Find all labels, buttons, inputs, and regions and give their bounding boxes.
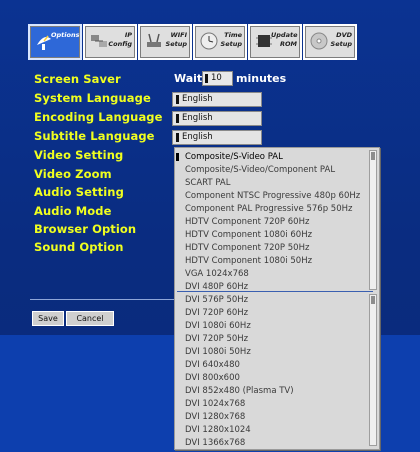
subtitle-language-value: English (182, 132, 213, 142)
dropdown-option[interactable]: DVI 1280x1024 (185, 424, 251, 436)
dropdown-option[interactable]: DVI 576P 50Hz (185, 294, 248, 306)
dropdown-option[interactable]: DVI 720P 50Hz (185, 333, 248, 345)
tab-options-label: Options (51, 31, 80, 39)
tab-dvd-setup-label: DVD Setup (330, 31, 352, 48)
dropdown-option[interactable]: Composite/S-Video PAL (176, 151, 283, 163)
screen-saver-prefix: Wait (174, 72, 203, 85)
label-browser-option[interactable]: Browser Option (34, 222, 136, 236)
video-setting-dropdown[interactable]: Composite/S-Video PAL Composite/S-Video/… (174, 147, 380, 450)
tab-time-setup[interactable]: Time Setup (193, 24, 247, 60)
cancel-button[interactable]: Cancel (66, 311, 114, 326)
label-video-setting[interactable]: Video Setting (34, 148, 123, 162)
tab-time-setup-label: Time Setup (220, 31, 242, 48)
dropdown-option[interactable]: DVI 800x600 (185, 372, 240, 384)
label-sound-option[interactable]: Sound Option (34, 240, 124, 254)
dropdown-option[interactable]: DVI 720P 60Hz (185, 307, 248, 319)
dropdown-option[interactable]: Component NTSC Progressive 480p 60Hz (185, 190, 360, 202)
scrollbar-thumb[interactable] (371, 152, 375, 160)
dropdown-option[interactable]: HDTV Component 1080i 50Hz (185, 255, 312, 267)
settings-screen: Options IP Config WIFI Setup Time Setup Upd… (0, 0, 420, 452)
label-screen-saver[interactable]: Screen Saver (34, 72, 121, 86)
dropdown-option[interactable]: DVI 1080i 60Hz (185, 320, 251, 332)
label-system-language[interactable]: System Language (34, 91, 151, 105)
text-cursor (205, 74, 208, 83)
tab-wifi-setup[interactable]: WIFI Setup (138, 24, 192, 60)
tab-wifi-setup-label: WIFI Setup (165, 31, 187, 48)
subtitle-language-select[interactable]: English (172, 130, 262, 145)
tab-update-rom[interactable]: Update ROM (248, 24, 302, 60)
dropdown-option[interactable]: VGA 1024x768 (185, 268, 249, 280)
dropdown-option[interactable]: HDTV Component 1080i 60Hz (185, 229, 312, 241)
dropdown-option[interactable]: HDTV Component 720P 50Hz (185, 242, 309, 254)
label-audio-mode[interactable]: Audio Mode (34, 204, 112, 218)
text-cursor (176, 114, 179, 123)
label-subtitle-language[interactable]: Subtitle Language (34, 129, 155, 143)
encoding-language-select[interactable]: English (172, 111, 262, 126)
tab-ip-config[interactable]: IP Config (83, 24, 137, 60)
label-encoding-language[interactable]: Encoding Language (34, 110, 163, 124)
dropdown-separator (177, 291, 373, 292)
dropdown-scrollbar-lower[interactable] (369, 294, 377, 446)
save-button[interactable]: Save (32, 311, 64, 326)
dropdown-option[interactable]: SCART PAL (185, 177, 230, 189)
dropdown-scrollbar-upper[interactable] (369, 150, 377, 290)
system-language-select[interactable]: English (172, 92, 262, 107)
dropdown-option[interactable]: Composite/S-Video/Component PAL (185, 164, 335, 176)
dropdown-option[interactable]: DVI 852x480 (Plasma TV) (185, 385, 294, 397)
label-video-zoom[interactable]: Video Zoom (34, 167, 112, 181)
dropdown-option[interactable]: DVI 1024x768 (185, 398, 245, 410)
text-cursor (176, 133, 179, 142)
dropdown-option[interactable]: HDTV Component 720P 60Hz (185, 216, 309, 228)
text-cursor (176, 95, 179, 104)
tab-options[interactable]: Options (28, 24, 82, 60)
scrollbar-thumb[interactable] (371, 296, 375, 304)
system-language-value: English (182, 94, 213, 104)
label-audio-setting[interactable]: Audio Setting (34, 185, 124, 199)
screen-saver-value: 10 (211, 73, 222, 83)
dropdown-option[interactable]: DVI 640x480 (185, 359, 240, 371)
dropdown-option[interactable]: DVI 1280x768 (185, 411, 245, 423)
tab-update-rom-label: Update ROM (271, 31, 298, 48)
screen-saver-minutes-input[interactable]: 10 (202, 71, 233, 86)
encoding-language-value: English (182, 113, 213, 123)
screen-saver-suffix: minutes (236, 72, 287, 85)
tab-dvd-setup[interactable]: DVD Setup (303, 24, 357, 60)
tab-ip-config-label: IP Config (108, 31, 132, 48)
dropdown-option[interactable]: DVI 1080i 50Hz (185, 346, 251, 358)
dropdown-option[interactable]: Component PAL Progressive 576p 50Hz (185, 203, 352, 215)
dropdown-option[interactable]: DVI 1366x768 (185, 437, 245, 449)
